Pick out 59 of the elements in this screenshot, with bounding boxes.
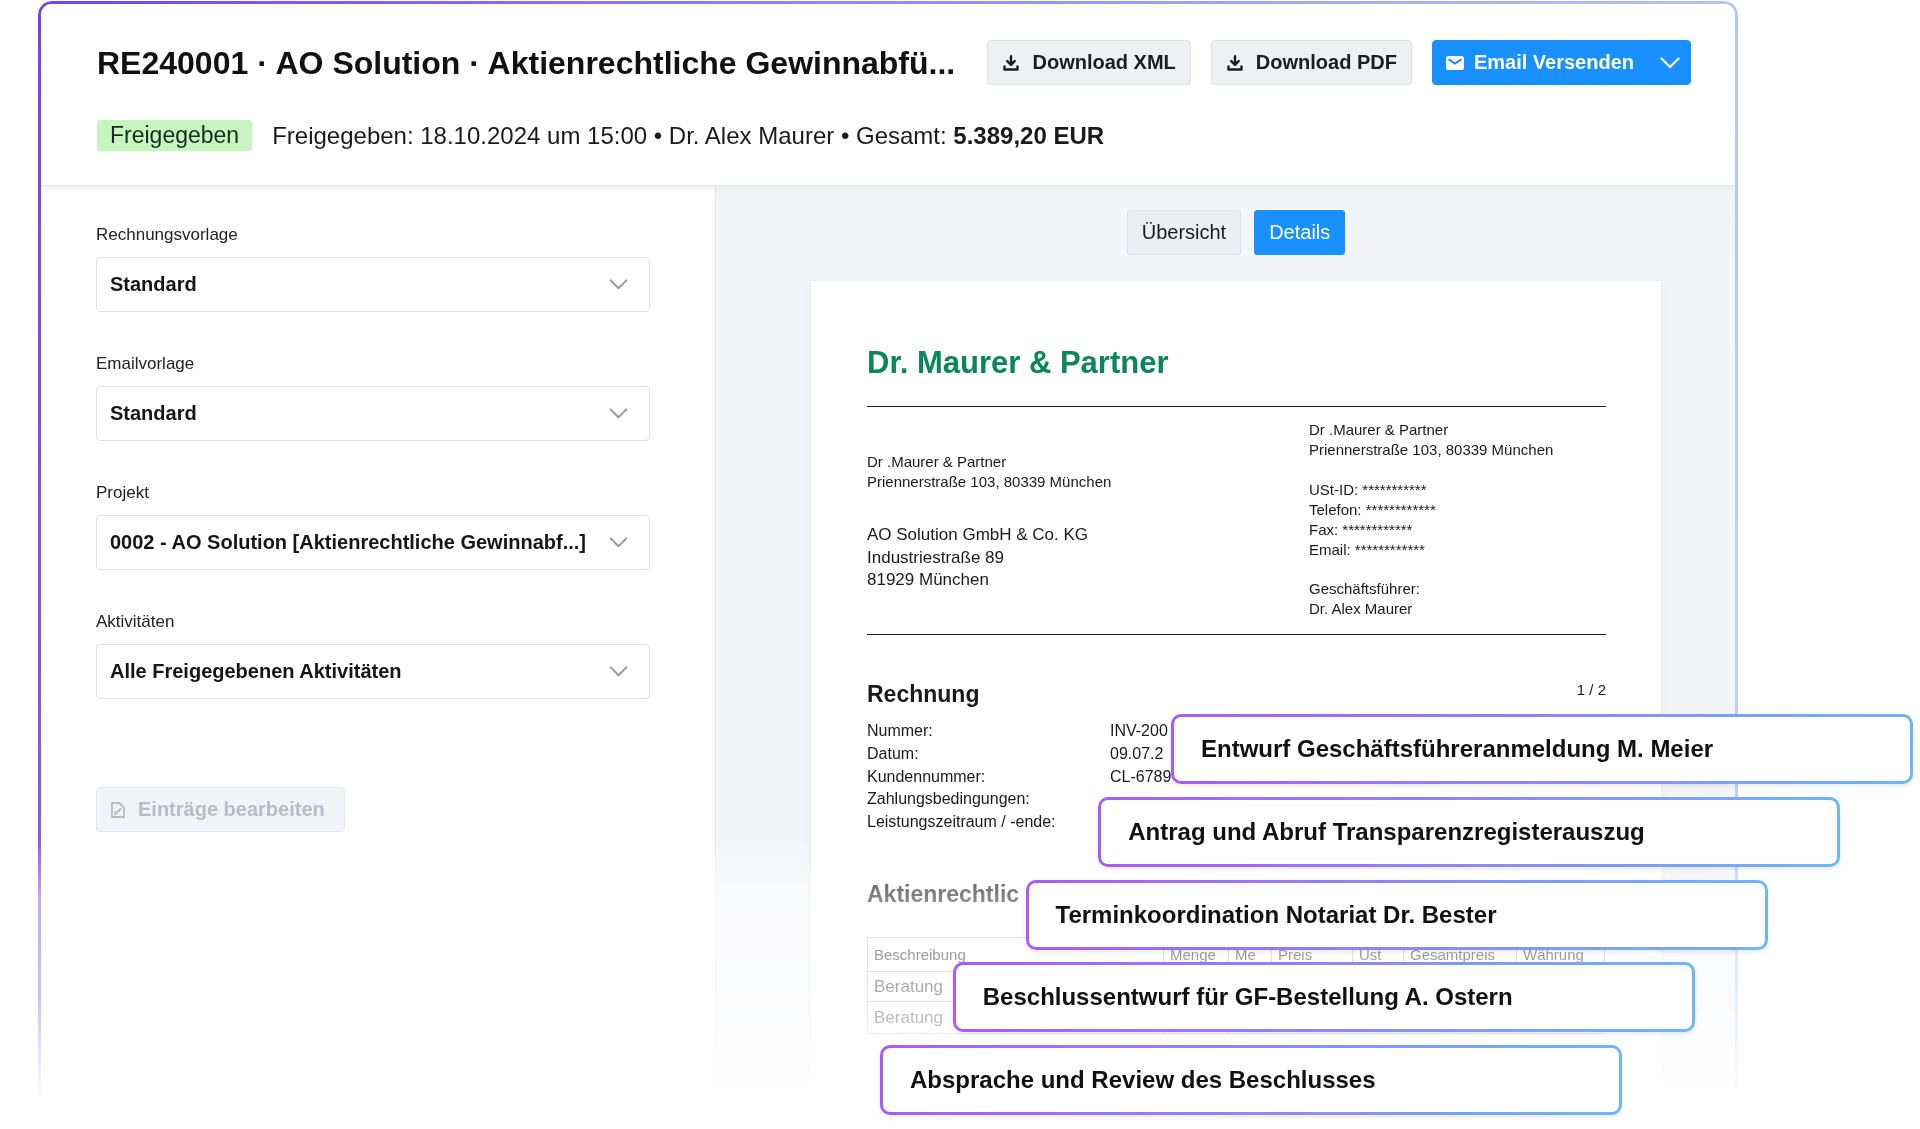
- sender-line: Priennerstraße 103, 80339 München: [867, 472, 1112, 492]
- meta-label: Leistungszeitraum / -ende:: [867, 812, 1056, 832]
- letterhead-line: Fax: ************: [1309, 519, 1413, 540]
- letterhead-line: Dr. Alex Maurer: [1309, 599, 1413, 619]
- table-header-cell: Beschreibung: [874, 947, 966, 963]
- tab[interactable]: Übersicht: [1126, 210, 1242, 255]
- section-heading: Aktienrechtlic: [867, 880, 1020, 909]
- chevron-down-icon: [609, 279, 628, 290]
- recipient-line: 81929 München: [867, 569, 989, 591]
- meta-label: Nummer:: [867, 721, 933, 741]
- recipient-line: AO Solution GmbH & Co. KG: [867, 524, 1089, 546]
- table-header-cell: Ust: [1359, 947, 1382, 963]
- table-header-cell: Preis: [1278, 947, 1313, 963]
- chevron-down-icon: [609, 666, 628, 677]
- meta-label: Datum:: [867, 743, 919, 764]
- meta-label: Zahlungsbedingungen:: [867, 789, 1030, 810]
- download-icon: [1003, 54, 1020, 71]
- table-header-cell: Währung: [1523, 947, 1584, 963]
- letterhead-line: Priennerstraße 103, 80339 München: [1309, 440, 1554, 460]
- company-name: Dr. Maurer & Partner: [867, 344, 1169, 382]
- page-number: 1 / 2: [1576, 679, 1606, 700]
- recipient-line: Industriestraße 89: [867, 546, 1004, 569]
- activity-card: Absprache und Review des Beschlusses: [880, 1045, 1622, 1115]
- letterhead-line: Email: ************: [1309, 539, 1425, 560]
- invoice-summary: Freigegeben: 18.10.2024 um 15:00 • Dr. Alex Maurer • Gesamt: 5.389,20 EUR: [272, 121, 1105, 150]
- meta-value: CL-6789: [1110, 766, 1172, 787]
- select-field[interactable]: 0002 - AO Solution [Aktienrechtliche Gewinnabf...]: [96, 515, 650, 570]
- document-edit-icon: [111, 801, 125, 818]
- letterhead-line: Geschäftsführer:: [1309, 579, 1420, 599]
- status-badge: Freigegeben: [97, 120, 253, 151]
- table-header-cell: Me: [1235, 947, 1256, 963]
- meta-value: INV-200: [1110, 721, 1168, 741]
- download-button[interactable]: Download PDF: [1210, 40, 1412, 85]
- sender-line: Dr .Maurer & Partner: [867, 452, 1007, 472]
- table-cell: Beratung: [874, 977, 943, 996]
- field-label: Projekt: [96, 482, 149, 504]
- meta-value: 09.07.2: [1110, 743, 1164, 764]
- field-label: Aktivitäten: [96, 611, 175, 633]
- chevron-down-icon: [1660, 56, 1680, 69]
- select-field[interactable]: Alle Freigegebenen Aktivitäten: [96, 644, 650, 699]
- activity-card: Entwurf Geschäftsführeranmeldung M. Meier: [1171, 714, 1913, 784]
- mail-icon: [1445, 55, 1464, 70]
- invoice-title: RE240001 · AO Solution · Aktienrechtliche Gewinnabfü...: [97, 43, 956, 82]
- document-heading: Rechnung: [867, 679, 980, 708]
- field-label: Emailvorlage: [96, 353, 195, 375]
- select-field[interactable]: Standard: [96, 257, 650, 312]
- letterhead-line: USt-ID: ***********: [1309, 479, 1427, 500]
- table-cell: Beratung: [874, 1008, 943, 1027]
- meta-label: Kundennummer:: [867, 766, 986, 787]
- download-button[interactable]: Download XML: [987, 40, 1191, 85]
- download-icon: [1226, 54, 1243, 71]
- table-header-cell: Menge: [1170, 947, 1216, 963]
- letterhead-line: Telefon: ************: [1309, 499, 1436, 520]
- table-header-cell: Gesamtpreis: [1410, 947, 1496, 963]
- field-label: Rechnungsvorlage: [96, 224, 238, 246]
- letterhead-line: Dr .Maurer & Partner: [1309, 420, 1449, 440]
- chevron-down-icon: [609, 408, 628, 419]
- select-field[interactable]: Standard: [96, 386, 650, 441]
- chevron-down-icon: [609, 537, 628, 548]
